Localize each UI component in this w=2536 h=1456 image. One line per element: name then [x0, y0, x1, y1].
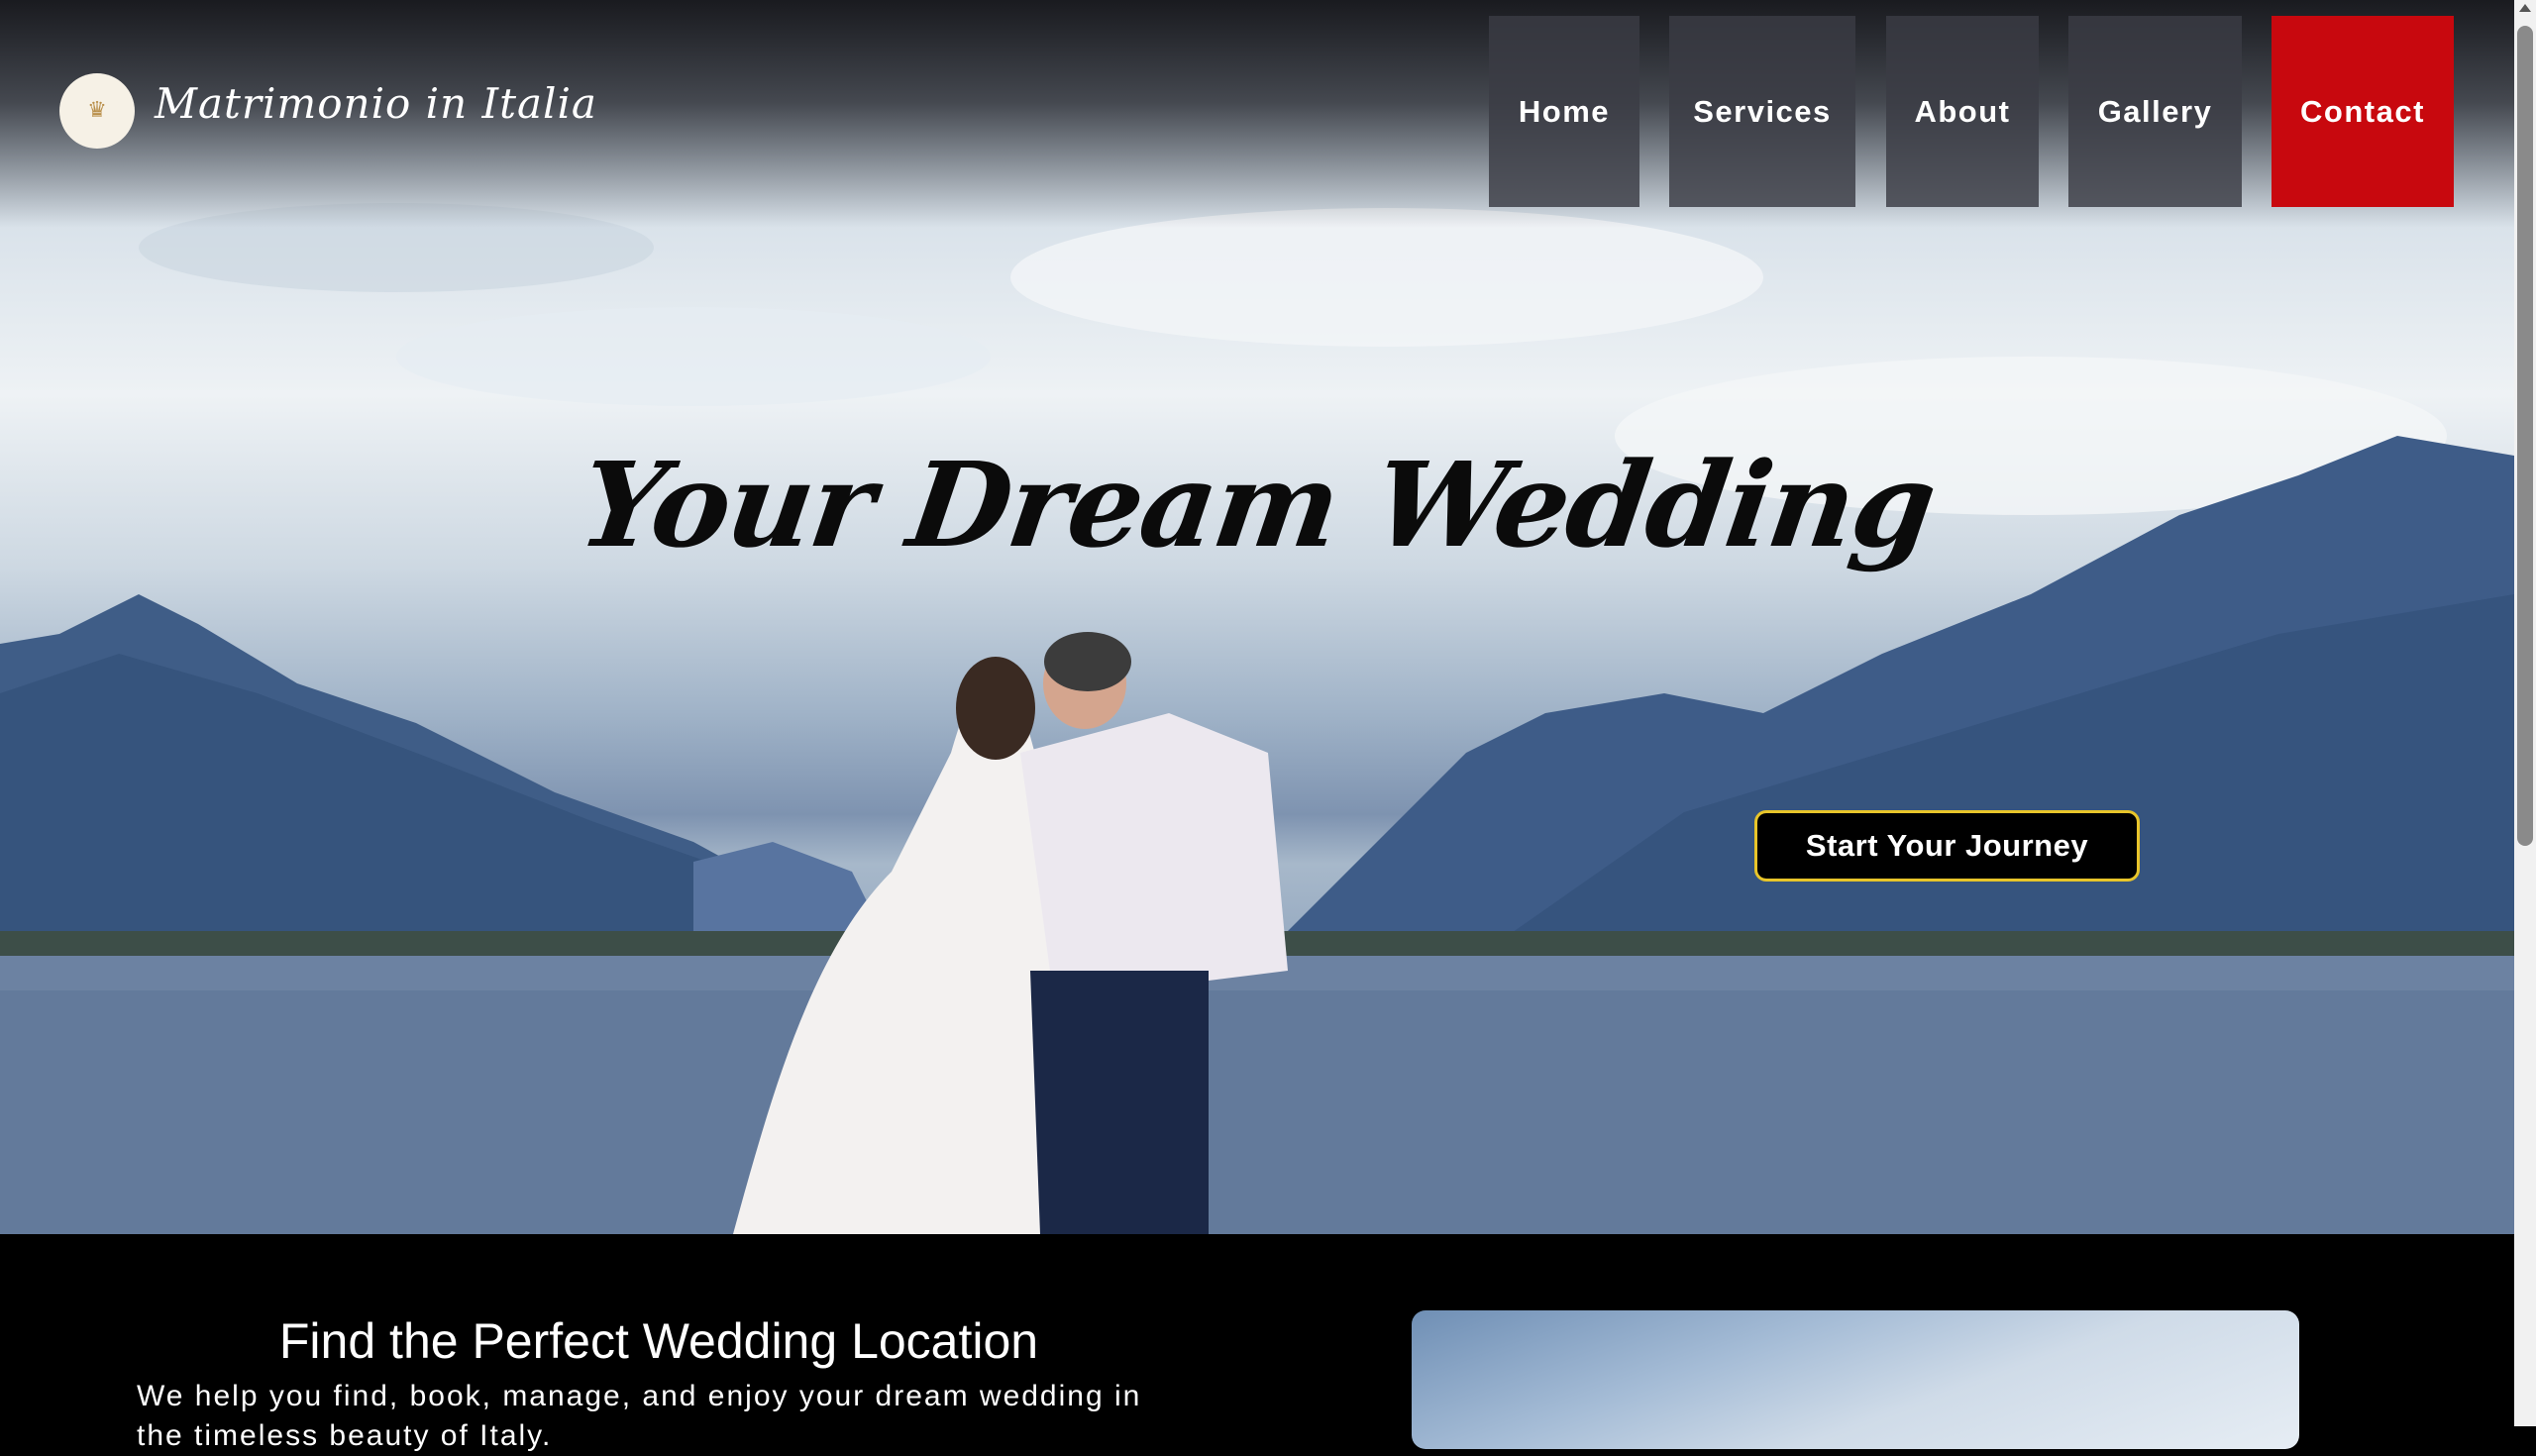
nav-contact[interactable]: Contact [2272, 16, 2454, 207]
location-image [1412, 1310, 2299, 1449]
brand-name[interactable]: Matrimonio in Italia [155, 79, 597, 128]
section-text: We help you find, book, manage, and enjo… [137, 1380, 1142, 1452]
nav-services[interactable]: Services [1669, 16, 1855, 207]
section-title: Find the Perfect Wedding Location [278, 1313, 1039, 1369]
scrollbar-thumb[interactable] [2517, 26, 2533, 846]
crown-emblem-icon: ♛ [87, 98, 107, 123]
nav-home[interactable]: Home [1489, 16, 1639, 207]
scroll-up-arrow-icon[interactable] [2519, 4, 2531, 12]
hero-title: Your Dream Wedding [572, 436, 1943, 573]
nav-gallery[interactable]: Gallery [2068, 16, 2242, 207]
start-journey-button[interactable]: Start Your Journey [1754, 810, 2140, 882]
nav-about[interactable]: About [1886, 16, 2039, 207]
brand-logo[interactable]: ♛ [59, 73, 135, 149]
